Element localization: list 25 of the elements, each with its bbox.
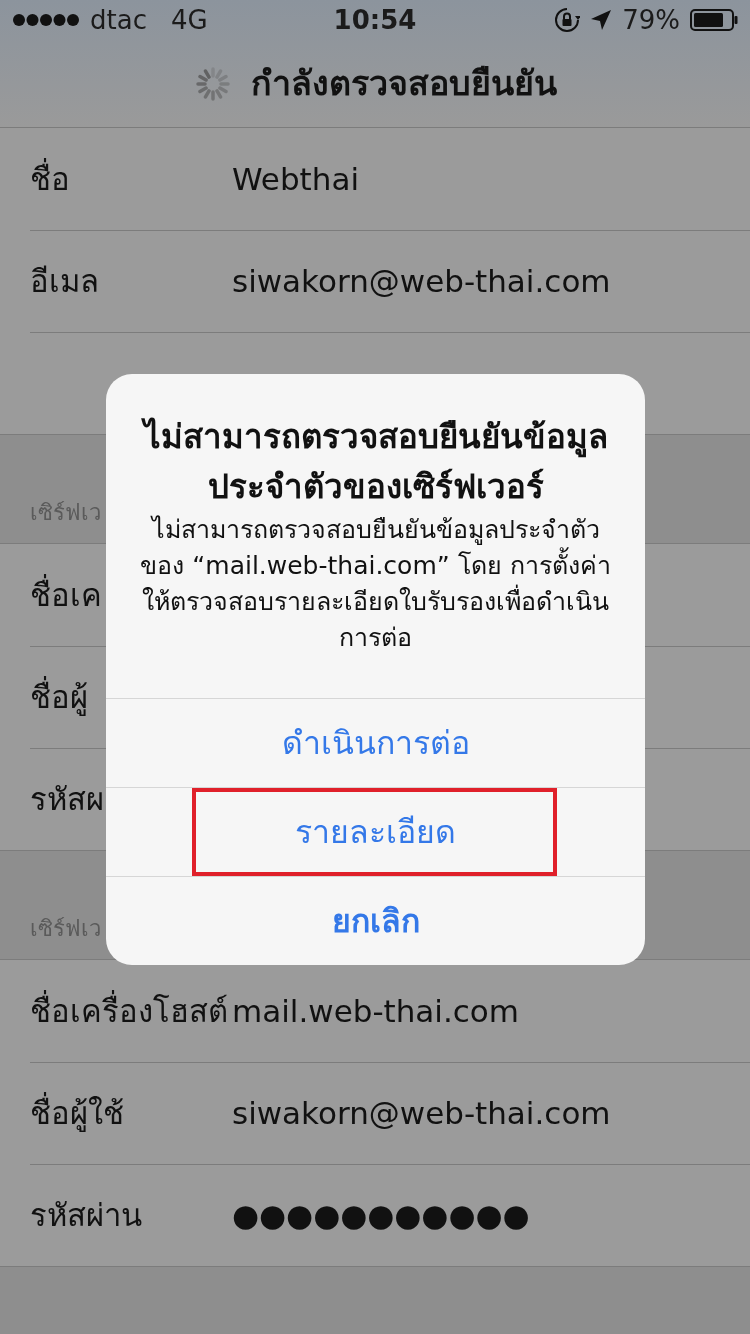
field-value[interactable]: mail.web-thai.com (232, 987, 520, 1035)
orientation-lock-icon (554, 7, 581, 33)
alert-title: ไม่สามารถตรวจสอบยืนยันข้อมูลประจำตัวของเซิร์ฟเวอร์ (140, 416, 609, 508)
signal-strength-icon (12, 13, 80, 27)
clock-time: 10:54 (332, 3, 418, 37)
nav-title: กำลังตรวจสอบยืนยัน (251, 62, 557, 105)
battery-icon (690, 9, 738, 31)
field-label: รหัสผ (30, 780, 105, 820)
carrier-name: dtac (90, 3, 147, 37)
field-value[interactable]: siwakorn@web-thai.com (232, 1090, 611, 1137)
battery-percentage: 79% (622, 3, 680, 37)
field-label: รหัสผ่าน (30, 1196, 143, 1236)
location-arrow-icon (590, 9, 613, 31)
field-label: ชื่อเครื่องโฮสต์ (30, 989, 229, 1031)
alert-button[interactable]: ดำเนินการต่อ (106, 699, 645, 787)
field-value[interactable]: ●●●●●●●●●●● (232, 1192, 530, 1239)
field-value[interactable]: siwakorn@web-thai.com (232, 258, 611, 305)
alert-message: ไม่สามารถตรวจสอบยืนยันข้อมูลประจำตัวของ “mail.web-thai.com” โดย การตั้งค่าให้ตรวจสอบรายละเอียดใบรับรองเพื่อดำเนินการต่อ (139, 514, 612, 654)
network-type: 4G (170, 3, 208, 37)
field-label: อีเมล (30, 262, 100, 302)
field-label: ชื่อ (30, 157, 71, 199)
alert-button[interactable]: ยกเลิก (106, 877, 645, 965)
field-value[interactable]: Webthai (232, 155, 359, 203)
field-label: ชื่อผู้ใช้ (30, 1090, 232, 1137)
alert-button[interactable]: รายละเอียด (106, 788, 645, 876)
